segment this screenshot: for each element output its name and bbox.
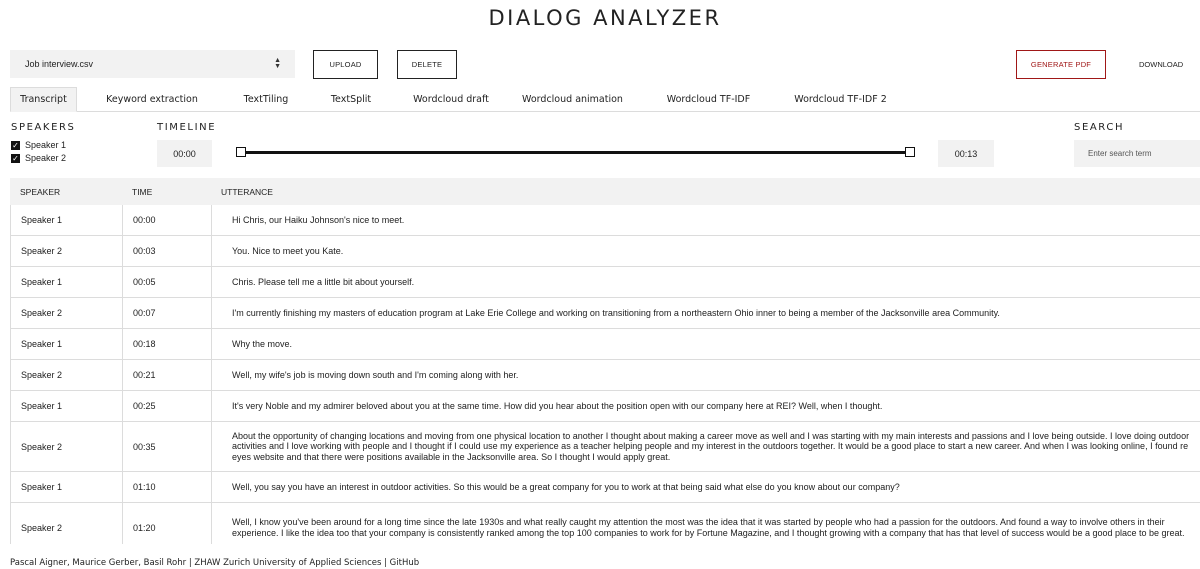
cell-utterance: About the opportunity of changing locati… xyxy=(232,431,1190,462)
speaker-1-label: Speaker 1 xyxy=(25,140,67,150)
search-input[interactable] xyxy=(1074,140,1200,167)
generate-pdf-button[interactable]: GENERATE PDF xyxy=(1016,50,1106,79)
cell-utterance: I'm currently finishing my masters of ed… xyxy=(232,307,1000,318)
transcript-table[interactable]: Speaker 1 00:00 Hi Chris, our Haiku John… xyxy=(10,205,1200,544)
footer-credits: Pascal Aigner, Maurice Gerber, Basil Roh… xyxy=(10,558,420,568)
cell-utterance: You. Nice to meet you Kate. xyxy=(232,245,344,256)
cell-utterance: Hi Chris, our Haiku Johnson's nice to me… xyxy=(232,214,405,225)
tab-keyword-extraction[interactable]: Keyword extraction xyxy=(77,87,227,112)
cell-speaker: Speaker 1 xyxy=(11,472,123,502)
tab-wordcloud-animation[interactable]: Wordcloud animation xyxy=(505,87,640,112)
cell-utterance: Well, my wife's job is moving down south… xyxy=(232,369,519,380)
cell-time: 00:25 xyxy=(123,391,212,421)
table-row: Speaker 1 01:10 Well, you say you have a… xyxy=(10,472,1200,503)
cell-time: 00:35 xyxy=(123,422,212,471)
table-row: Speaker 1 00:25 It's very Noble and my a… xyxy=(10,391,1200,422)
header-time: TIME xyxy=(132,187,153,197)
timeline-slider-track[interactable] xyxy=(240,151,910,154)
table-row: Speaker 2 00:35 About the opportunity of… xyxy=(10,422,1200,472)
table-row: Speaker 2 00:03 You. Nice to meet you Ka… xyxy=(10,236,1200,267)
tab-wordcloud-draft[interactable]: Wordcloud draft xyxy=(397,87,505,112)
table-row: Speaker 2 00:21 Well, my wife's job is m… xyxy=(10,360,1200,391)
table-row: Speaker 1 00:00 Hi Chris, our Haiku John… xyxy=(10,205,1200,236)
cell-speaker: Speaker 2 xyxy=(11,503,123,544)
timeline-end-time: 00:13 xyxy=(938,140,994,167)
cell-speaker: Speaker 1 xyxy=(11,329,123,359)
header-utterance: UTTERANCE xyxy=(221,187,273,197)
speaker-2-checkbox[interactable]: ✓ Speaker 2 xyxy=(11,153,66,163)
tab-textsplit[interactable]: TextSplit xyxy=(305,87,397,112)
checkbox-checked-icon: ✓ xyxy=(11,140,20,150)
cell-time: 00:18 xyxy=(123,329,212,359)
speaker-1-checkbox[interactable]: ✓ Speaker 1 xyxy=(11,140,66,150)
app-title: DIALOG ANALYZER xyxy=(488,6,722,30)
cell-speaker: Speaker 2 xyxy=(11,236,123,266)
timeline-start-handle[interactable] xyxy=(236,147,246,157)
cell-utterance: Chris. Please tell me a little bit about… xyxy=(232,276,415,287)
timeline-end-handle[interactable] xyxy=(905,147,915,157)
cell-time: 00:00 xyxy=(123,205,212,235)
cell-speaker: Speaker 1 xyxy=(11,205,123,235)
header-speaker: SPEAKER xyxy=(20,187,61,197)
cell-utterance: Well, you say you have an interest in ou… xyxy=(232,481,900,492)
cell-utterance: Well, I know you've been around for a lo… xyxy=(232,517,1185,538)
search-title: SEARCH xyxy=(1074,122,1125,133)
cell-time: 01:20 xyxy=(123,503,212,544)
table-row: Speaker 2 00:07 I'm currently finishing … xyxy=(10,298,1200,329)
tab-wordcloud-tfidf-2[interactable]: Wordcloud TF-IDF 2 xyxy=(777,87,904,112)
cell-time: 00:05 xyxy=(123,267,212,297)
cell-speaker: Speaker 2 xyxy=(11,422,123,471)
select-arrows-icon: ▲ ▼ xyxy=(274,57,281,70)
file-select-value: Job interview.csv xyxy=(25,59,94,69)
tab-transcript[interactable]: Transcript xyxy=(10,87,77,112)
cell-time: 00:03 xyxy=(123,236,212,266)
tab-wordcloud-tfidf[interactable]: Wordcloud TF-IDF xyxy=(640,87,777,112)
file-select[interactable]: Job interview.csv ▲ ▼ xyxy=(10,50,295,78)
cell-speaker: Speaker 1 xyxy=(11,267,123,297)
cell-speaker: Speaker 1 xyxy=(11,391,123,421)
table-row: Speaker 1 00:18 Why the move. xyxy=(10,329,1200,360)
timeline-title: TIMELINE xyxy=(157,122,217,133)
delete-button[interactable]: DELETE xyxy=(397,50,457,79)
tab-texttiling[interactable]: TextTiling xyxy=(227,87,305,112)
speakers-title: SPEAKERS xyxy=(11,122,76,133)
timeline-start-time: 00:00 xyxy=(157,140,212,167)
speaker-2-label: Speaker 2 xyxy=(25,153,67,163)
checkbox-checked-icon: ✓ xyxy=(11,153,20,163)
cell-speaker: Speaker 2 xyxy=(11,360,123,390)
cell-utterance: It's very Noble and my admirer beloved a… xyxy=(232,400,883,411)
table-row: Speaker 2 01:20 Well, I know you've been… xyxy=(10,503,1200,544)
cell-speaker: Speaker 2 xyxy=(11,298,123,328)
table-row: Speaker 1 00:05 Chris. Please tell me a … xyxy=(10,267,1200,298)
tab-bar: Transcript Keyword extraction TextTiling… xyxy=(10,87,1200,112)
cell-utterance: Why the move. xyxy=(232,338,293,349)
cell-time: 00:21 xyxy=(123,360,212,390)
cell-time: 00:07 xyxy=(123,298,212,328)
upload-button[interactable]: UPLOAD xyxy=(313,50,378,79)
cell-time: 01:10 xyxy=(123,472,212,502)
table-header: SPEAKER TIME UTTERANCE xyxy=(10,178,1200,205)
download-link[interactable]: DOWNLOAD xyxy=(1139,60,1183,69)
